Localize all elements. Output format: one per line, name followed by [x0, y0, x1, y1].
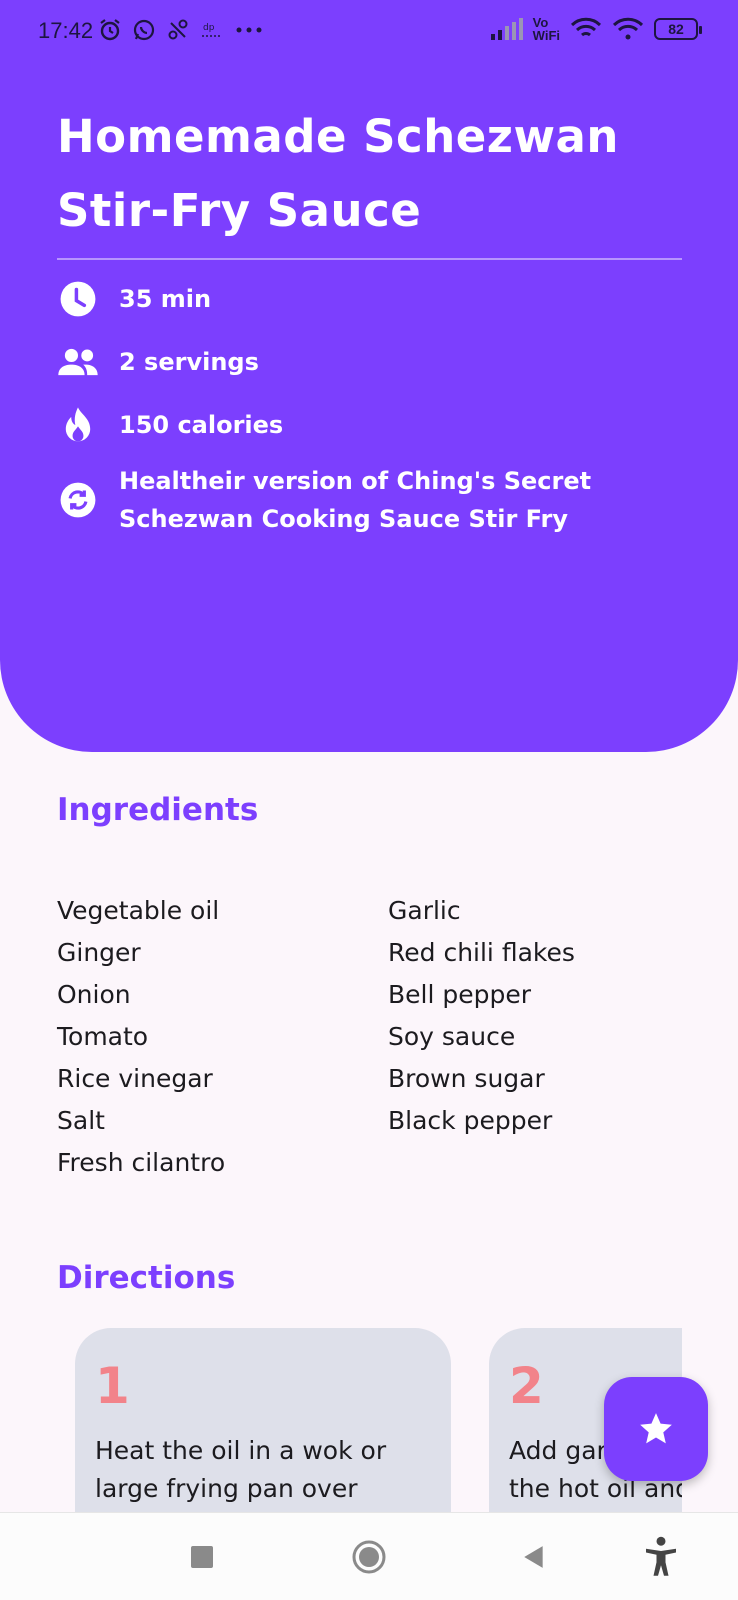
ingredient-item: Rice vinegar — [57, 1064, 213, 1093]
recipe-title: Homemade Schezwan Stir-Fry Sauce — [57, 110, 619, 237]
meta-time-text: 35 min — [119, 285, 212, 313]
recipe-header: 17:42 dp Vo WiFi 82 Homemade Schezwan St… — [0, 0, 738, 752]
ingredient-item: Bell pepper — [388, 980, 532, 1009]
ingredient-item: Salt — [57, 1106, 105, 1135]
meta-servings-text: 2 servings — [119, 348, 259, 376]
alarm-icon — [100, 19, 120, 41]
meta-time: 35 min — [57, 278, 211, 320]
star-icon — [640, 1413, 672, 1444]
ingredient-item: Garlic — [388, 896, 461, 925]
status-notification-icons: dp — [98, 18, 264, 42]
sync-icon — [57, 479, 99, 521]
people-icon — [57, 341, 99, 383]
ingredient-item: Red chili flakes — [388, 938, 575, 967]
header-divider — [57, 258, 682, 260]
ingredient-item: Brown sugar — [388, 1064, 545, 1093]
whatsapp-icon — [133, 19, 155, 41]
square-icon — [191, 1546, 213, 1568]
wifi-icon-2 — [612, 17, 644, 40]
favorite-fab-button[interactable] — [604, 1377, 708, 1481]
step-number: 1 — [95, 1357, 130, 1415]
meta-description: Healtheir version of Ching's Secret Sche… — [57, 462, 639, 538]
home-circle-icon — [352, 1540, 386, 1574]
battery-indicator: 82 — [654, 18, 702, 40]
back-triangle-icon — [524, 1546, 543, 1568]
signal-icon — [490, 18, 523, 40]
svg-text:dp: dp — [203, 23, 215, 33]
meta-calories: 150 calories — [57, 404, 283, 446]
recents-button[interactable] — [178, 1533, 226, 1581]
meta-calories-text: 150 calories — [119, 411, 284, 439]
ingredient-item: Ginger — [57, 938, 141, 967]
status-bar: 17:42 dp Vo WiFi 82 — [0, 0, 738, 66]
ingredient-item: Onion — [57, 980, 131, 1009]
meta-description-text: Healtheir version of Ching's Secret Sche… — [119, 467, 592, 533]
back-button[interactable] — [510, 1533, 558, 1581]
ingredient-item: Vegetable oil — [57, 896, 220, 925]
ingredients-left-column: Vegetable oil Ginger Onion Tomato Rice v… — [57, 890, 357, 1184]
step-text: Heat the oil in a wok or large frying pa… — [95, 1436, 387, 1513]
direction-card-1[interactable]: 1 Heat the oil in a wok or large frying … — [75, 1328, 451, 1513]
system-navigation-bar — [0, 1512, 738, 1600]
ingredients-right-column: Garlic Red chili flakes Bell pepper Soy … — [388, 890, 688, 1142]
ingredient-item: Fresh cilantro — [57, 1148, 226, 1177]
ingredient-item: Tomato — [57, 1022, 149, 1051]
directions-heading: Directions — [57, 1260, 236, 1296]
app-notification-icon — [168, 19, 188, 40]
status-time: 17:42 — [38, 18, 94, 43]
app-notification-icon-2: dp — [202, 23, 222, 37]
flame-icon — [57, 404, 99, 446]
wifi-icon — [570, 17, 602, 37]
ingredient-item: Black pepper — [388, 1106, 553, 1135]
ingredients-heading: Ingredients — [57, 792, 259, 828]
vowifi-label: Vo WiFi — [532, 15, 560, 43]
accessibility-button[interactable] — [637, 1533, 685, 1581]
ingredient-item: Soy sauce — [388, 1022, 516, 1051]
meta-servings: 2 servings — [57, 341, 259, 383]
clock-icon — [57, 278, 99, 320]
status-system-icons: Vo WiFi 82 — [489, 15, 702, 43]
accessibility-icon — [646, 1536, 676, 1576]
more-notifications-icon — [236, 27, 262, 33]
directions-carousel[interactable]: 1 Heat the oil in a wok or large frying … — [0, 1328, 682, 1513]
home-button[interactable] — [345, 1533, 393, 1581]
